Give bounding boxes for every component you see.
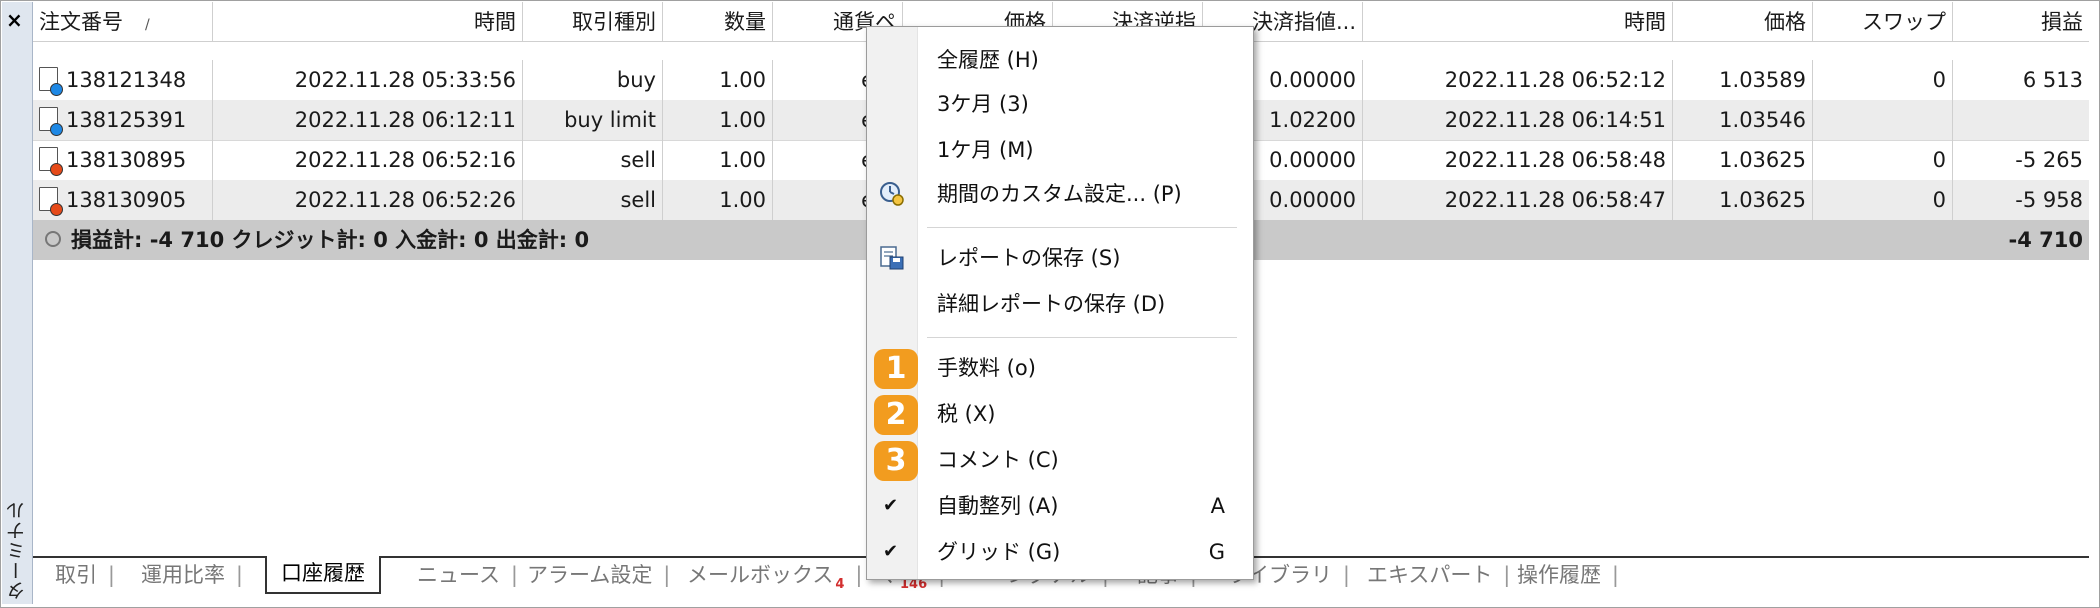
clock-settings-icon [880, 182, 904, 206]
col-header-close-time[interactable]: 時間 [1363, 2, 1673, 42]
buy-order-icon [39, 67, 63, 96]
menu-item-save-detailed-report[interactable]: 詳細レポートの保存 (D) [867, 283, 1253, 325]
col-header-profit[interactable]: 損益 [1953, 2, 2089, 42]
col-header-close-price[interactable]: 価格 [1673, 2, 1813, 42]
col-header-type[interactable]: 取引種別 [523, 2, 663, 42]
menu-item-save-report[interactable]: レポートの保存 (S) [867, 237, 1253, 279]
menu-item-1-month[interactable]: 1ケ月 (M) [867, 129, 1253, 171]
menu-item-custom-period[interactable]: 期間のカスタム設定... (P) [867, 173, 1253, 215]
shortcut-key: A [1210, 494, 1225, 518]
tab-alerts[interactable]: アラーム設定 [513, 558, 671, 594]
buy-order-icon [39, 107, 63, 136]
tab-news[interactable]: ニュース [403, 558, 518, 594]
tab-trade[interactable]: 取引 [41, 558, 115, 594]
tab-exposure[interactable]: 運用比率 [127, 558, 243, 594]
menu-item-3-months[interactable]: 3ケ月 (3) [867, 83, 1253, 125]
sort-indicator-icon: / [145, 17, 150, 33]
col-header-qty[interactable]: 数量 [663, 2, 773, 42]
summary-icon [45, 231, 61, 247]
menu-item-comment[interactable]: 3 コメント (C) [867, 439, 1253, 481]
menu-item-commission[interactable]: 1 手数料 (o) [867, 347, 1253, 389]
tab-mailbox[interactable]: メールボックス 4 [673, 558, 863, 594]
close-icon[interactable]: × [6, 10, 23, 30]
check-icon: ✔ [883, 541, 899, 562]
tab-account-history[interactable]: 口座履歴 [265, 556, 381, 594]
menu-separator [927, 337, 1237, 338]
menu-item-tax[interactable]: 2 税 (X) [867, 393, 1253, 435]
check-icon: ✔ [883, 495, 899, 516]
terminal-side-panel: × ターミナル [2, 2, 33, 604]
tab-journal[interactable]: 操作履歴 [1503, 558, 1619, 594]
col-header-time[interactable]: 時間 [213, 2, 523, 42]
annotation-badge-3: 3 [874, 441, 918, 481]
menu-item-auto-arrange[interactable]: ✔ 自動整列 (A) A [867, 485, 1253, 527]
annotation-badge-2: 2 [874, 395, 918, 435]
totals-profit: -4 710 [2008, 228, 2083, 252]
tab-experts[interactable]: エキスパート [1353, 558, 1511, 594]
menu-separator [927, 227, 1237, 228]
col-header-swap[interactable]: スワップ [1813, 2, 1953, 42]
menu-item-all-history[interactable]: 全履歴 (H) [867, 39, 1253, 81]
menu-item-grid[interactable]: ✔ グリッド (G) G [867, 531, 1253, 573]
save-report-icon [880, 246, 904, 270]
col-header-order[interactable]: 注文番号 / [33, 2, 213, 42]
shortcut-key: G [1208, 540, 1225, 564]
terminal-title: ターミナル [6, 500, 28, 600]
sell-order-icon [39, 187, 63, 216]
history-context-menu: 全履歴 (H) 3ケ月 (3) 1ケ月 (M) 期間のカスタム設定... (P)… [866, 26, 1254, 580]
totals-summary: 損益計: -4 710 クレジット計: 0 入金計: 0 出金計: 0 [71, 228, 590, 252]
sell-order-icon [39, 147, 63, 176]
annotation-badge-1: 1 [874, 349, 918, 389]
